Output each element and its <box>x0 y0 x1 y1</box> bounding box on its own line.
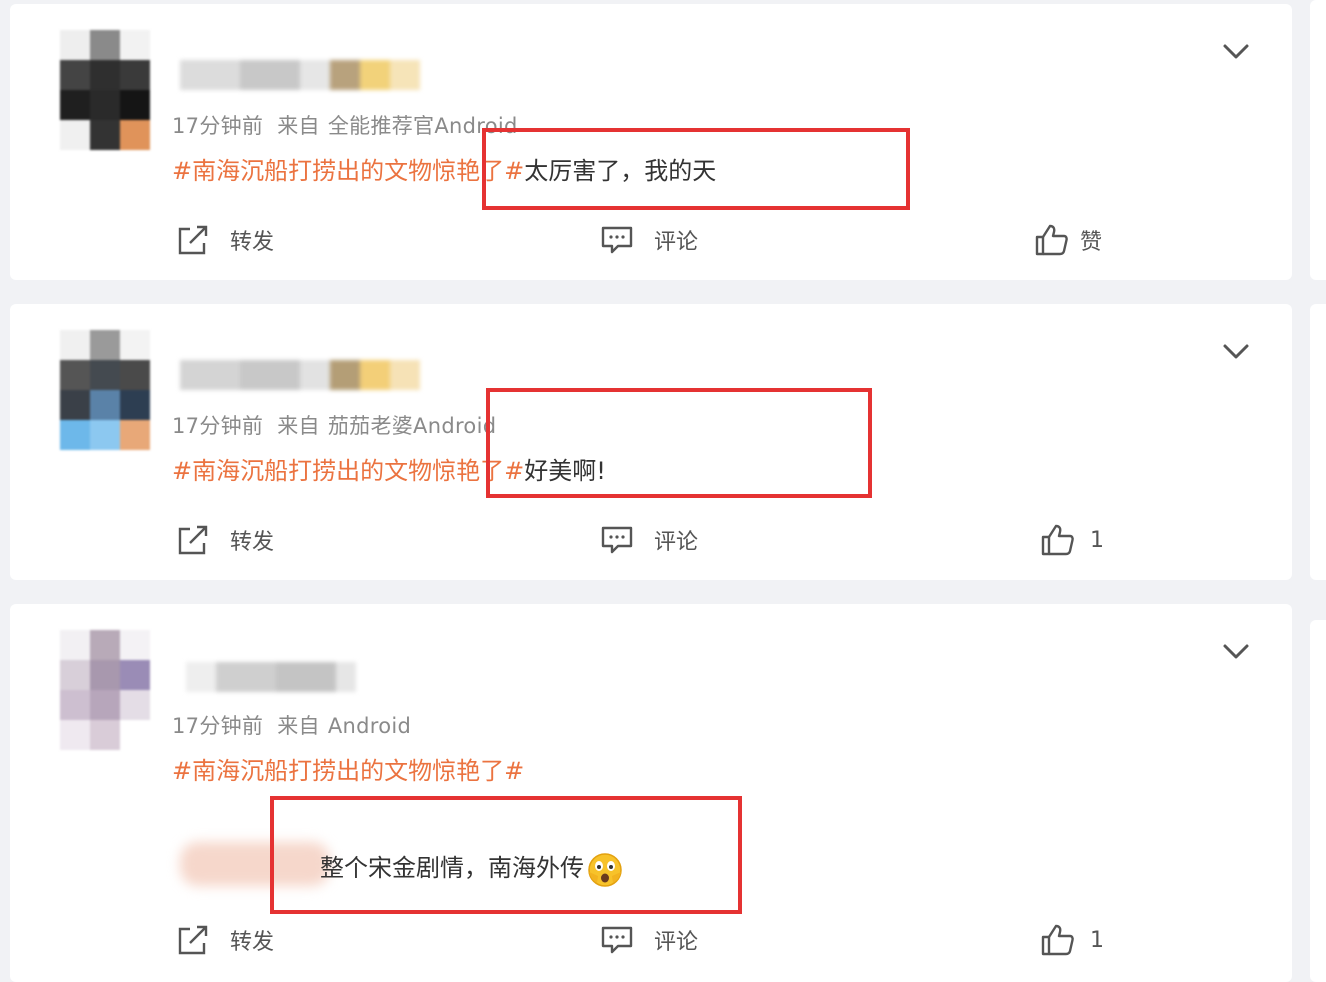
source-label: 来自 <box>277 714 320 738</box>
comment-button[interactable]: 评论 <box>600 220 698 260</box>
chevron-down-icon[interactable] <box>1220 40 1252 64</box>
like-label: 赞 <box>1080 230 1103 255</box>
action-bar: 转发 评论 赞 <box>10 220 1292 260</box>
comment-card: 17分钟前 来自 Android #南海沉船打捞出的文物惊艳了# 整个宋金剧情，南海… <box>10 604 1292 982</box>
source-label: 来自 <box>277 414 320 438</box>
repost-label: 转发 <box>230 930 275 955</box>
repost-button[interactable]: 转发 <box>176 220 274 260</box>
repost-label: 转发 <box>230 230 275 255</box>
comment-button[interactable]: 评论 <box>600 520 698 560</box>
comment-card: 17分钟前 来自 茄茄老婆Android #南海沉船打捞出的文物惊艳了#好美啊! 转… <box>10 304 1292 580</box>
comment-label: 评论 <box>654 930 699 955</box>
action-bar: 转发 评论 1 <box>10 520 1292 560</box>
like-count: 1 <box>1090 527 1104 553</box>
avatar[interactable] <box>60 630 150 750</box>
chevron-down-icon[interactable] <box>1220 340 1252 364</box>
username-blurred[interactable] <box>180 60 420 90</box>
thumbs-up-icon <box>1035 224 1068 256</box>
comment-content: #南海沉船打捞出的文物惊艳了# <box>172 751 524 786</box>
topic-link[interactable]: #南海沉船打捞出的文物惊艳了# <box>172 457 524 485</box>
chevron-down-icon[interactable] <box>1220 640 1252 664</box>
post-meta: 17分钟前 来自 Android <box>172 710 411 740</box>
avatar[interactable] <box>60 330 150 450</box>
repost-button[interactable]: 转发 <box>176 920 274 960</box>
comment-label: 评论 <box>654 530 699 555</box>
repost-label: 转发 <box>230 530 275 555</box>
like-button[interactable]: 赞 <box>1034 220 1102 260</box>
adjacent-panel <box>1310 0 1326 280</box>
comment-card: 17分钟前 来自 全能推荐官Android #南海沉船打捞出的文物惊艳了#太厉害了，… <box>10 4 1292 280</box>
thumbs-up-icon <box>1041 924 1074 956</box>
username-blurred[interactable] <box>186 662 356 692</box>
topic-link[interactable]: #南海沉船打捞出的文物惊艳了# <box>172 157 524 185</box>
highlight-box <box>270 796 742 914</box>
avatar[interactable] <box>60 30 150 150</box>
post-meta: 17分钟前 来自 全能推荐官Android <box>172 110 518 140</box>
post-source[interactable]: Android <box>328 714 411 738</box>
like-button[interactable]: 1 <box>1040 520 1104 560</box>
highlight-box <box>486 388 872 498</box>
source-label: 来自 <box>277 114 320 138</box>
comment-feed: 17分钟前 来自 全能推荐官Android #南海沉船打捞出的文物惊艳了#太厉害了，… <box>0 0 1326 982</box>
highlight-box <box>482 128 910 210</box>
post-time: 17分钟前 <box>172 414 264 438</box>
repost-icon <box>178 225 208 255</box>
username-blurred[interactable] <box>180 360 420 390</box>
action-bar: 转发 评论 1 <box>10 920 1292 960</box>
comment-icon <box>601 226 633 254</box>
comment-button[interactable]: 评论 <box>600 920 698 960</box>
thumbs-up-icon <box>1041 524 1074 556</box>
adjacent-panel <box>1310 304 1326 580</box>
topic-link[interactable]: #南海沉船打捞出的文物惊艳了# <box>172 757 524 785</box>
post-time: 17分钟前 <box>172 114 264 138</box>
like-button[interactable]: 1 <box>1040 920 1104 960</box>
post-source[interactable]: 茄茄老婆Android <box>328 414 497 438</box>
repost-icon <box>178 525 208 555</box>
adjacent-panel <box>1310 620 1326 982</box>
comment-icon <box>601 926 633 954</box>
comment-label: 评论 <box>654 230 699 255</box>
repost-icon <box>178 925 208 955</box>
comment-icon <box>601 526 633 554</box>
like-count: 1 <box>1090 927 1104 953</box>
post-time: 17分钟前 <box>172 714 264 738</box>
repost-button[interactable]: 转发 <box>176 520 274 560</box>
post-meta: 17分钟前 来自 茄茄老婆Android <box>172 410 496 440</box>
